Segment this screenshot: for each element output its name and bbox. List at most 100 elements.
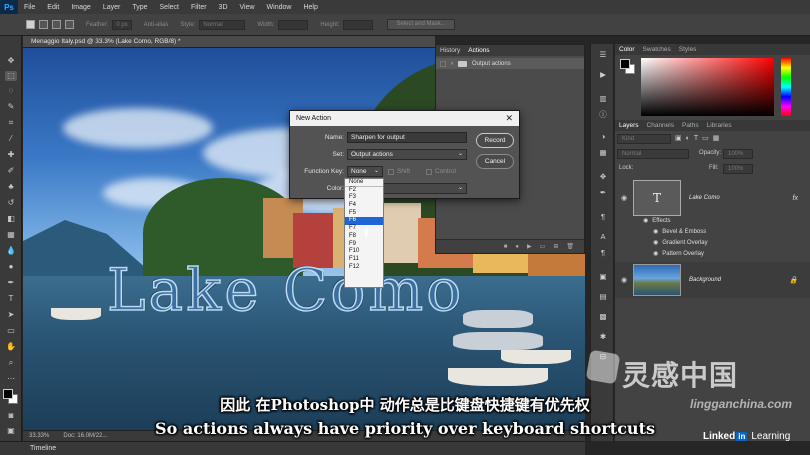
antialias-label[interactable]: Anti-alias — [144, 22, 169, 28]
action-set-select[interactable]: Output actions ⌄ — [347, 149, 467, 160]
menu-view[interactable]: View — [234, 4, 261, 11]
menu-window[interactable]: Window — [261, 4, 298, 11]
layer-row-background[interactable]: ◉ Background 🔒 — [615, 262, 810, 298]
swatches-panel-icon[interactable]: ▩ — [597, 312, 609, 322]
height-input[interactable] — [343, 19, 374, 30]
layer-row-lake-como[interactable]: ◉ T Lake Como fx — [615, 178, 810, 218]
fkey-option[interactable]: F3 — [345, 194, 383, 202]
tab-channels[interactable]: Channels — [647, 122, 674, 129]
brushes-panel-icon[interactable]: ▥ — [597, 94, 609, 104]
layer-filter-icons[interactable]: ▣◐T▭▦ — [675, 134, 723, 142]
record-icon[interactable]: ● — [515, 244, 519, 250]
blend-mode-select[interactable]: Normal — [617, 149, 689, 159]
actions-panel-icon[interactable]: ▶ — [597, 70, 609, 80]
add-selection-icon[interactable] — [39, 20, 48, 29]
effects-row[interactable]: ◉ Effects — [643, 215, 670, 226]
history-panel-icon[interactable]: ☰ — [597, 50, 609, 60]
visibility-eye-icon[interactable]: ◉ — [653, 239, 658, 246]
more-tools-icon[interactable]: ⋯ — [5, 374, 17, 384]
tab-paths[interactable]: Paths — [682, 122, 699, 129]
type-tool-icon[interactable]: T — [5, 294, 17, 304]
brush-tool-icon[interactable]: ✐ — [5, 166, 17, 176]
stop-icon[interactable]: ■ — [504, 244, 508, 250]
shift-checkbox[interactable]: Shift — [388, 168, 410, 175]
action-set-row[interactable]: › Output actions — [436, 58, 584, 69]
fkey-option[interactable]: F12 — [345, 264, 383, 272]
move-tool-icon[interactable]: ✥ — [5, 56, 17, 66]
adjustments-panel-icon[interactable]: ◑ — [597, 132, 609, 142]
eraser-tool-icon[interactable]: ◧ — [5, 214, 17, 224]
menu-layer[interactable]: Layer — [97, 4, 127, 11]
new-set-icon[interactable]: ▭ — [540, 243, 546, 250]
tab-swatches[interactable]: Swatches — [643, 46, 671, 53]
menu-select[interactable]: Select — [154, 4, 185, 11]
history-brush-tool-icon[interactable]: ↺ — [5, 198, 17, 208]
navigator-panel-icon[interactable]: ✱ — [597, 332, 609, 342]
close-icon[interactable]: ✕ — [505, 113, 513, 124]
quick-select-tool-icon[interactable]: ✎ — [5, 102, 17, 112]
cancel-button[interactable]: Cancel — [476, 154, 514, 169]
effect-row[interactable]: ◉ Gradient Overlay — [653, 237, 708, 248]
tab-color[interactable]: Color — [619, 46, 635, 53]
width-input[interactable] — [278, 19, 309, 30]
layer-filter-kind[interactable]: Kind — [617, 134, 671, 144]
clone-source-icon[interactable]: ✥ — [597, 172, 609, 182]
eyedropper-tool-icon[interactable]: ⁄ — [5, 134, 17, 144]
tab-libraries[interactable]: Libraries — [707, 122, 732, 129]
menu-type[interactable]: Type — [126, 4, 153, 11]
fkey-option[interactable]: None — [345, 179, 383, 187]
blur-tool-icon[interactable]: 💧 — [5, 246, 17, 256]
menu-help[interactable]: Help — [297, 4, 323, 11]
fkey-option[interactable]: F5 — [345, 210, 383, 218]
visibility-eye-icon[interactable]: ◉ — [653, 228, 658, 235]
fx-badge[interactable]: fx — [793, 195, 798, 202]
visibility-eye-icon[interactable]: ◉ — [615, 194, 633, 202]
glyphs-panel-icon[interactable]: ▤ — [597, 292, 609, 302]
zoom-tool-icon[interactable]: ⌕ — [5, 358, 17, 368]
shape-tool-icon[interactable]: ▭ — [5, 326, 17, 336]
control-checkbox[interactable]: Control — [426, 168, 456, 175]
subtract-selection-icon[interactable] — [52, 20, 61, 29]
menu-filter[interactable]: Filter — [185, 4, 213, 11]
menu-file[interactable]: File — [18, 4, 41, 11]
timeline-panel-tab[interactable]: Timeline — [0, 441, 585, 455]
character-panel-icon[interactable]: A — [597, 232, 609, 242]
effect-row[interactable]: ◉ Bevel & Emboss — [653, 226, 706, 237]
visibility-eye-icon[interactable]: ◉ — [643, 217, 648, 224]
checkbox-box[interactable] — [426, 168, 432, 175]
intersect-selection-icon[interactable] — [65, 20, 74, 29]
menu-image[interactable]: Image — [65, 4, 96, 11]
lasso-tool-icon[interactable]: ◌ — [5, 86, 17, 96]
document-tab[interactable]: Menaggio Italy.psd @ 33.3% (Lake Como, R… — [23, 36, 435, 48]
tab-history[interactable]: History — [440, 47, 460, 54]
menu-3d[interactable]: 3D — [213, 4, 234, 11]
action-name-input[interactable]: Sharpen for output — [347, 132, 467, 143]
properties-panel-icon[interactable]: ▦ — [597, 148, 609, 158]
fkey-option[interactable]: F11 — [345, 256, 383, 264]
path-select-tool-icon[interactable]: ➤ — [5, 310, 17, 320]
crop-tool-icon[interactable]: ⌗ — [5, 118, 17, 128]
gradient-tool-icon[interactable]: ▦ — [5, 230, 17, 240]
select-and-mask-button[interactable]: Select and Mask... — [387, 19, 455, 30]
style-select[interactable]: Normal — [199, 19, 246, 30]
fill-input[interactable]: 100% — [723, 164, 753, 174]
play-icon[interactable]: ▶ — [527, 243, 532, 250]
info-panel-icon[interactable]: ⓘ — [597, 110, 609, 120]
fkey-option[interactable]: F10 — [345, 248, 383, 256]
function-key-select[interactable]: None ⌄ — [347, 166, 383, 177]
hue-slider[interactable] — [781, 58, 791, 116]
fkey-option[interactable]: F9 — [345, 241, 383, 249]
3d-panel-icon[interactable]: ▣ — [597, 272, 609, 282]
fkey-option[interactable]: F2 — [345, 187, 383, 195]
fkey-option[interactable]: F8 — [345, 233, 383, 241]
menu-edit[interactable]: Edit — [41, 4, 65, 11]
trash-icon[interactable]: 🗑 — [566, 243, 574, 250]
new-selection-icon[interactable] — [26, 20, 35, 29]
visibility-eye-icon[interactable]: ◉ — [615, 276, 633, 284]
clone-stamp-tool-icon[interactable]: ♣ — [5, 182, 17, 192]
expand-arrow-icon[interactable]: › — [451, 61, 453, 67]
hand-tool-icon[interactable]: ✋ — [5, 342, 17, 352]
action-toggle-checkbox[interactable] — [440, 60, 446, 67]
paragraph-panel-icon[interactable]: ¶ — [597, 212, 609, 222]
tab-layers[interactable]: Layers — [619, 122, 639, 129]
